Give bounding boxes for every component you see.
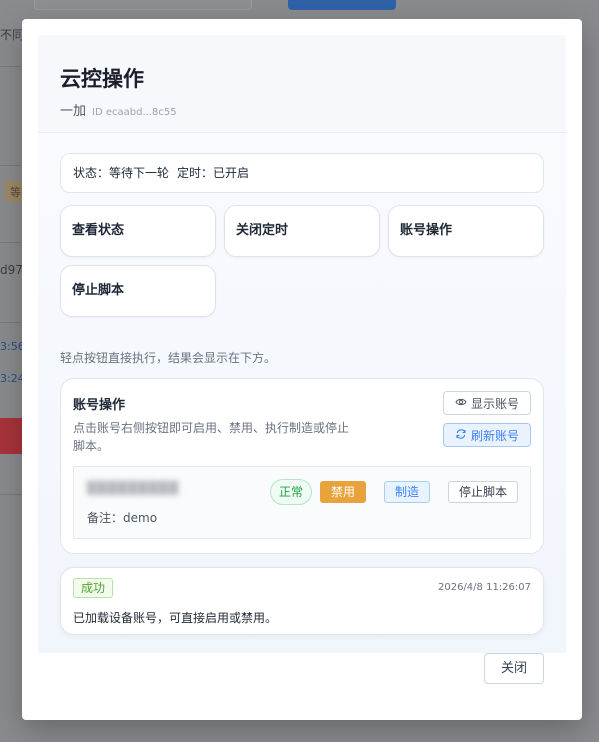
background-link: 3:24 bbox=[0, 372, 25, 385]
dialog-body: 云控操作 一加 ID ecaabd...8c55 状态：等待下一轮 定时：已开启 查… bbox=[38, 35, 566, 653]
account-status-badge: 正常 bbox=[270, 479, 312, 505]
account-panel-description: 点击账号右侧按钮即可启用、禁用、执行制造或停止脚本。 bbox=[73, 421, 350, 453]
refresh-accounts-button[interactable]: 刷新账号 bbox=[443, 423, 531, 447]
stop-script-button[interactable]: 停止脚本 bbox=[60, 265, 216, 317]
result-timestamp: 2026/4/8 11:26:07 bbox=[437, 582, 531, 593]
refresh-icon bbox=[455, 428, 467, 443]
status-text: 状态：等待下一轮 bbox=[73, 166, 170, 180]
timer-text: 定时：已开启 bbox=[177, 166, 250, 180]
disable-timer-button[interactable]: 关闭定时 bbox=[224, 205, 380, 257]
account-row: █████████ 备注：demo 正常 禁用 制造 停止脚本 bbox=[73, 466, 531, 539]
background-divider bbox=[0, 242, 22, 243]
status-bar: 状态：等待下一轮 定时：已开启 bbox=[60, 153, 544, 193]
close-button[interactable]: 关闭 bbox=[484, 653, 544, 684]
check-status-button[interactable]: 查看状态 bbox=[60, 205, 216, 257]
account-panel: 账号操作 点击账号右侧按钮即可启用、禁用、执行制造或停止脚本。 显示账号 刷新账… bbox=[60, 378, 544, 554]
cloud-control-dialog: 云控操作 一加 ID ecaabd...8c55 状态：等待下一轮 定时：已开启 查… bbox=[22, 19, 582, 720]
disable-account-button[interactable]: 禁用 bbox=[320, 481, 366, 503]
device-info: 一加 ID ecaabd...8c55 bbox=[60, 100, 177, 119]
device-name: 一加 bbox=[60, 104, 87, 119]
background-divider bbox=[0, 494, 22, 495]
hint-text: 轻点按钮直接执行，结果会显示在下方。 bbox=[60, 351, 277, 365]
account-panel-title: 账号操作 bbox=[73, 398, 126, 413]
device-id: ID ecaabd...8c55 bbox=[92, 107, 177, 118]
dialog-title: 云控操作 bbox=[60, 67, 144, 91]
background-tag: 等 bbox=[4, 180, 24, 202]
account-ops-button[interactable]: 账号操作 bbox=[388, 205, 544, 257]
eye-icon bbox=[455, 396, 467, 411]
account-name-masked: █████████ bbox=[87, 481, 180, 495]
dialog-header: 云控操作 一加 ID ecaabd...8c55 bbox=[38, 35, 566, 133]
show-accounts-label: 显示账号 bbox=[470, 396, 519, 411]
account-note: 备注：demo bbox=[87, 511, 158, 525]
account-stop-script-button[interactable]: 停止脚本 bbox=[448, 481, 518, 503]
background-link: 3:56 bbox=[0, 340, 25, 353]
result-message: 已加载设备账号，可直接启用或禁用。 bbox=[73, 611, 278, 625]
background-primary-button bbox=[288, 0, 396, 10]
make-button[interactable]: 制造 bbox=[384, 481, 430, 503]
result-panel: 成功 2026/4/8 11:26:07 已加载设备账号，可直接启用或禁用。 bbox=[60, 567, 544, 635]
show-accounts-button[interactable]: 显示账号 bbox=[443, 391, 531, 415]
result-status-badge: 成功 bbox=[73, 578, 114, 598]
background-search-input bbox=[34, 0, 252, 10]
background-divider bbox=[0, 322, 22, 323]
refresh-accounts-label: 刷新账号 bbox=[470, 428, 519, 443]
background-text: 不同 bbox=[0, 28, 25, 42]
background-divider bbox=[0, 165, 22, 166]
background-divider bbox=[0, 66, 22, 67]
